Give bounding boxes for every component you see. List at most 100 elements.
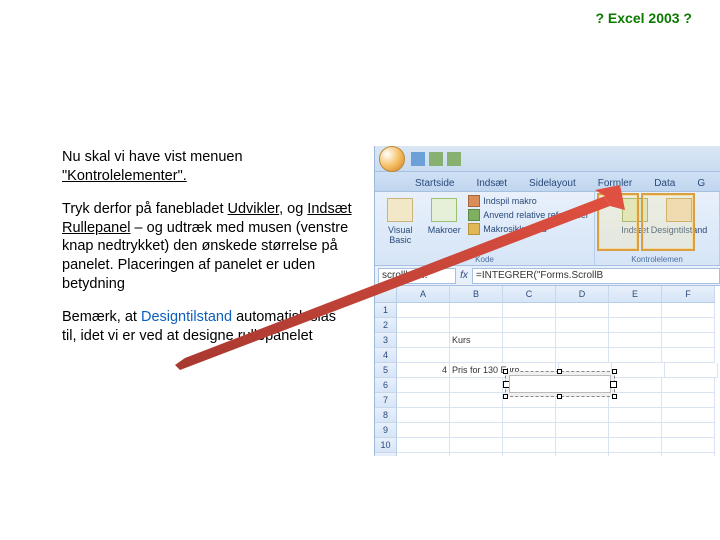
cell[interactable] (609, 348, 662, 363)
cell[interactable] (450, 423, 503, 438)
cell[interactable] (662, 453, 715, 456)
cell[interactable] (397, 453, 450, 456)
cell[interactable] (556, 303, 609, 318)
cell[interactable] (397, 318, 450, 333)
office-button[interactable] (379, 146, 405, 172)
col-header[interactable]: B (450, 286, 503, 303)
col-header[interactable]: E (609, 286, 662, 303)
row-header[interactable]: 6 (375, 378, 397, 393)
cell[interactable] (450, 408, 503, 423)
cell[interactable] (503, 408, 556, 423)
relative-refs-button[interactable]: Anvend relative referencer (468, 209, 589, 221)
design-mode-icon (666, 198, 692, 222)
col-header[interactable]: C (503, 286, 556, 303)
cell[interactable] (609, 408, 662, 423)
cell[interactable] (397, 423, 450, 438)
col-header[interactable]: F (662, 286, 715, 303)
cell[interactable] (662, 393, 715, 408)
cell[interactable] (397, 438, 450, 453)
tab-startside[interactable]: Startside (411, 176, 458, 191)
row-header[interactable]: 5 (375, 363, 397, 378)
row-header[interactable]: 1 (375, 303, 397, 318)
indsaet-control-button[interactable]: Indsæt (615, 195, 655, 251)
row-header[interactable]: 2 (375, 318, 397, 333)
cell[interactable] (609, 453, 662, 456)
cell[interactable] (662, 333, 715, 348)
tab-indsaet[interactable]: Indsæt (472, 176, 511, 191)
cell[interactable] (612, 363, 665, 378)
cell[interactable] (662, 348, 715, 363)
insert-control-icon (622, 198, 648, 222)
tab-more[interactable]: G (693, 176, 709, 191)
makroer-button[interactable]: Makroer (424, 195, 464, 251)
cell[interactable] (503, 303, 556, 318)
ribbon-group-kode: Visual Basic Makroer Indspil makro Anven… (375, 192, 595, 265)
cell[interactable] (556, 408, 609, 423)
tab-formler[interactable]: Formler (594, 176, 636, 191)
cell[interactable] (609, 423, 662, 438)
cell[interactable] (450, 303, 503, 318)
cell[interactable] (662, 318, 715, 333)
cell[interactable] (662, 408, 715, 423)
select-all-corner[interactable] (375, 286, 397, 303)
cell[interactable] (397, 393, 450, 408)
label: Anvend relative referencer (483, 210, 589, 220)
row-header[interactable]: 8 (375, 408, 397, 423)
cell[interactable] (503, 453, 556, 456)
qat-redo-icon[interactable] (447, 152, 461, 166)
cell[interactable] (397, 408, 450, 423)
cell[interactable] (556, 423, 609, 438)
row-header[interactable]: 11 (375, 453, 397, 456)
fx-icon[interactable]: fx (456, 270, 472, 281)
cell[interactable] (556, 453, 609, 456)
indspil-makro-button[interactable]: Indspil makro (468, 195, 589, 207)
cell[interactable] (503, 318, 556, 333)
cell[interactable] (397, 378, 450, 393)
cell[interactable] (450, 348, 503, 363)
row-header[interactable]: 4 (375, 348, 397, 363)
tab-data[interactable]: Data (650, 176, 679, 191)
cell[interactable] (662, 303, 715, 318)
cell[interactable] (662, 423, 715, 438)
row-header[interactable]: 10 (375, 438, 397, 453)
makrosikkerhed-button[interactable]: Makrosikkerhed (468, 223, 589, 235)
designtilstand-button[interactable]: Designtilstand (659, 195, 699, 251)
tab-sidelayout[interactable]: Sidelayout (525, 176, 580, 191)
cell[interactable] (662, 438, 715, 453)
cell[interactable] (503, 333, 556, 348)
qat-save-icon[interactable] (411, 152, 425, 166)
name-box[interactable]: scrollbar... (378, 268, 456, 284)
cell[interactable] (503, 423, 556, 438)
visual-basic-button[interactable]: Visual Basic (380, 195, 420, 251)
cell[interactable] (556, 348, 609, 363)
qat-undo-icon[interactable] (429, 152, 443, 166)
formula-input[interactable]: =INTEGRER("Forms.ScrollB (472, 268, 720, 284)
cell-b3[interactable]: Kurs (450, 333, 503, 348)
cell[interactable] (665, 363, 718, 378)
cell[interactable] (609, 303, 662, 318)
row-header[interactable]: 9 (375, 423, 397, 438)
cell[interactable] (450, 393, 503, 408)
cell[interactable] (609, 318, 662, 333)
cell[interactable] (450, 378, 503, 393)
row-header[interactable]: 3 (375, 333, 397, 348)
cell[interactable] (397, 303, 450, 318)
cell-a5[interactable]: 4 (397, 363, 450, 378)
row-header[interactable]: 7 (375, 393, 397, 408)
cell[interactable] (397, 348, 450, 363)
cell[interactable] (609, 438, 662, 453)
cell[interactable] (609, 333, 662, 348)
cell[interactable] (503, 348, 556, 363)
cell[interactable] (556, 318, 609, 333)
cell[interactable] (556, 438, 609, 453)
cell[interactable] (450, 453, 503, 456)
cell[interactable] (450, 318, 503, 333)
cell[interactable] (397, 333, 450, 348)
cell[interactable] (503, 438, 556, 453)
cell[interactable] (450, 438, 503, 453)
cell[interactable] (662, 378, 715, 393)
col-header[interactable]: A (397, 286, 450, 303)
cell[interactable] (556, 333, 609, 348)
col-header[interactable]: D (556, 286, 609, 303)
scrollbar-activex-control[interactable] (505, 371, 615, 397)
